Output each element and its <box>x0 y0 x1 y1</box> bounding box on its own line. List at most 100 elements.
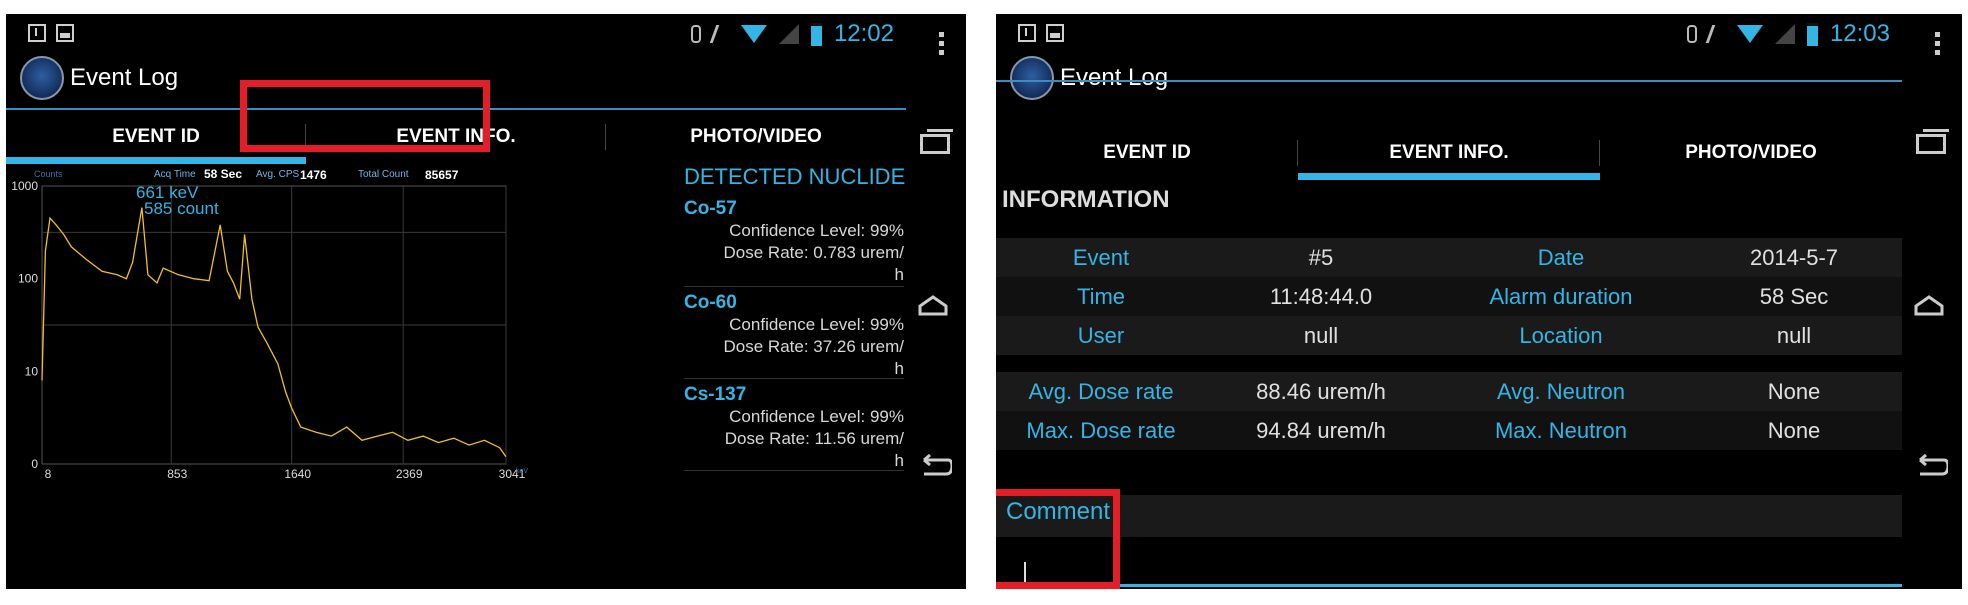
tab-photo-video[interactable]: PHOTO/VIDEO <box>606 110 906 164</box>
info-value: 88.46 urem/h <box>1256 378 1386 404</box>
info-key: Time <box>1076 283 1126 309</box>
peak-count-annotation: 585 count <box>144 199 219 218</box>
info-row: Event #5 Date 2014-5-7 <box>996 238 1902 277</box>
info-value: 11:48:44.0 <box>1269 283 1373 309</box>
info-row: Avg. Dose rate 88.46 urem/h Avg. Neutron… <box>996 372 1902 411</box>
x-tick-label: 2369 <box>396 467 423 481</box>
download-notification-icon <box>1018 24 1036 42</box>
nuclide-dose-unit: h <box>894 451 904 470</box>
nuclide-name: Co-57 <box>684 198 737 219</box>
nuclide-dose-unit: h <box>894 265 904 284</box>
info-key: Date <box>1537 244 1585 270</box>
status-bar: 12:03 <box>996 14 1962 54</box>
back-icon[interactable] <box>1914 454 1948 480</box>
bluetooth-icon <box>690 25 701 43</box>
app-logo-icon[interactable] <box>1010 56 1054 100</box>
y-tick-label: 1000 <box>11 179 38 193</box>
spectrum-chart: Counts Acq Time 58 Sec Avg. CPS 1476 Tot… <box>6 164 696 589</box>
x-tick-label: 8 <box>45 467 52 481</box>
tab-bar: EVENT ID EVENT INFO. PHOTO/VIDEO <box>996 126 1902 180</box>
info-value: None <box>1767 378 1821 404</box>
tab-event-info[interactable]: EVENT INFO. <box>1298 126 1600 180</box>
x-tick-label: 1640 <box>284 467 311 481</box>
info-key: Max. Neutron <box>1494 417 1628 443</box>
mute-icon <box>709 25 733 43</box>
navigation-bar <box>910 94 966 494</box>
detected-nuclide-heading: DETECTED NUCLIDE <box>684 164 906 189</box>
info-value: null <box>1303 322 1339 348</box>
event-info-screen: 12:03 Event Log EVENT ID EVENT INFO. PHO… <box>996 14 1962 589</box>
nuclide-name: Cs-137 <box>684 384 747 405</box>
info-value: None <box>1767 417 1821 443</box>
information-title: INFORMATION <box>1002 186 1170 213</box>
acq-time-value: 58 Sec <box>204 167 242 181</box>
info-row: Time 11:48:44.0 Alarm duration 58 Sec <box>996 277 1902 316</box>
wifi-icon <box>740 25 767 43</box>
cell-signal-icon <box>778 24 799 44</box>
avg-cps-value: 1476 <box>300 168 327 182</box>
battery-icon <box>1806 22 1818 46</box>
info-key: Alarm duration <box>1489 283 1633 309</box>
tab-event-id[interactable]: EVENT ID <box>996 126 1298 180</box>
nuclide-item[interactable]: Cs-137 Confidence Level: 99% Dose Rate: … <box>684 384 904 472</box>
counts-axis-label: Counts <box>34 169 63 179</box>
nuclide-divider <box>684 286 904 287</box>
avg-cps-label: Avg. CPS <box>256 169 299 180</box>
nuclide-name: Co-60 <box>684 292 737 313</box>
app-title: Event Log <box>1060 64 1169 91</box>
comment-header-bar <box>996 495 1902 537</box>
overflow-menu-icon[interactable] <box>1935 32 1940 55</box>
info-key: Location <box>1519 322 1603 348</box>
y-tick-label: 0 <box>31 457 38 471</box>
recent-apps-icon[interactable] <box>1916 129 1949 154</box>
image-notification-icon <box>56 24 74 42</box>
bluetooth-icon <box>1686 25 1697 43</box>
action-bar-divider <box>996 80 1902 82</box>
status-time: 12:03 <box>1829 20 1890 47</box>
total-count-label: Total Count <box>358 169 409 180</box>
event-info-table: Event #5 Date 2014-5-7 Time 11:48:44.0 A… <box>996 238 1902 355</box>
info-value: 58 Sec <box>1759 283 1829 309</box>
app-logo-icon[interactable] <box>20 56 64 100</box>
info-row: Max. Dose rate 94.84 urem/h Max. Neutron… <box>996 411 1902 450</box>
status-bar: 12:02 <box>6 14 966 54</box>
nuclide-dose: Dose Rate: 37.26 urem/ <box>723 337 904 356</box>
nuclide-divider <box>684 378 904 379</box>
nuclide-item[interactable]: Co-60 Confidence Level: 99% Dose Rate: 3… <box>684 292 904 380</box>
tab-photo-video[interactable]: PHOTO/VIDEO <box>1600 126 1902 180</box>
nuclide-confidence: Confidence Level: 99% <box>729 221 904 240</box>
info-key: Avg. Neutron <box>1496 378 1625 404</box>
highlight-event-info-tab <box>240 80 490 152</box>
nuclide-confidence: Confidence Level: 99% <box>729 315 904 334</box>
wifi-icon <box>1736 25 1763 43</box>
download-notification-icon <box>28 24 46 42</box>
info-row: User null Location null <box>996 316 1902 355</box>
highlight-comment <box>996 489 1120 589</box>
nuclide-dose: Dose Rate: 0.783 urem/ <box>723 243 904 262</box>
comment-input[interactable] <box>1036 544 1902 587</box>
home-icon[interactable] <box>918 294 948 316</box>
info-key: User <box>1077 322 1125 348</box>
acq-time-label: Acq Time <box>154 169 196 180</box>
info-value: null <box>1776 322 1812 348</box>
home-icon[interactable] <box>1914 294 1944 316</box>
info-key: Event <box>1072 244 1130 270</box>
y-tick-label: 100 <box>18 272 38 286</box>
nuclide-dose: Dose Rate: 11.56 urem/ <box>724 429 904 448</box>
spectrum-chart-svg: Counts Acq Time 58 Sec Avg. CPS 1476 Tot… <box>11 167 528 481</box>
overflow-menu-icon[interactable] <box>939 32 944 55</box>
recent-apps-icon[interactable] <box>920 129 953 154</box>
back-icon[interactable] <box>918 454 952 480</box>
nuclide-confidence: Confidence Level: 99% <box>729 407 904 426</box>
info-value: 2014-5-7 <box>1749 244 1839 270</box>
info-value: #5 <box>1308 244 1334 270</box>
app-title: Event Log <box>70 64 179 91</box>
nuclide-item[interactable]: Co-57 Confidence Level: 99% Dose Rate: 0… <box>684 198 904 286</box>
event-id-screen: 12:02 Event Log EVENT ID EVENT INFO. PHO… <box>6 14 966 589</box>
navigation-bar <box>1906 94 1962 494</box>
total-count-value: 85657 <box>425 168 459 182</box>
x-tick-label: 853 <box>167 467 187 481</box>
battery-icon <box>810 22 822 46</box>
nuclide-dose-unit: h <box>894 359 904 378</box>
mute-icon <box>1705 25 1729 43</box>
